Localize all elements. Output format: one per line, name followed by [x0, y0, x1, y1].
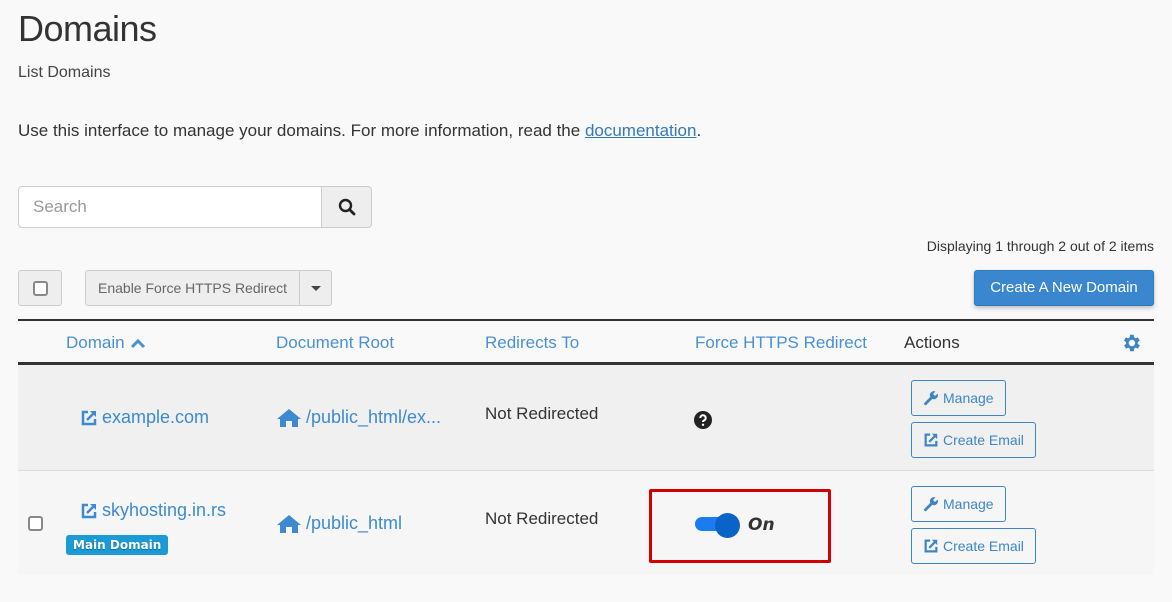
main-domain-badge: Main Domain: [66, 535, 169, 555]
bulk-action-group: Enable Force HTTPS Redirect: [85, 270, 333, 306]
manage-button[interactable]: Manage: [911, 380, 1006, 416]
create-email-button[interactable]: Create Email: [911, 528, 1036, 564]
manage-button[interactable]: Manage: [911, 486, 1006, 522]
create-email-button[interactable]: Create Email: [911, 422, 1036, 458]
document-root: /public_html: [306, 513, 403, 533]
search-input[interactable]: [18, 186, 323, 228]
toggle-state-label: On: [748, 515, 775, 535]
external-link-icon: [81, 410, 97, 425]
intro-text: Use this interface to manage your domain…: [18, 121, 701, 141]
wrench-icon: [924, 391, 938, 406]
domains-table: Domain Document Root Redirects To Force …: [18, 319, 1154, 575]
redirects-to: Not Redirected: [485, 509, 599, 528]
table-settings-button[interactable]: [1120, 332, 1142, 358]
column-header-force-https[interactable]: Force HTTPS Redirect: [695, 333, 867, 353]
toggle-knob: [715, 513, 740, 538]
search-icon: [338, 198, 355, 216]
table-row: skyhosting.in.rs Main Domain /public_htm…: [18, 471, 1154, 575]
button-label: Create Email: [943, 432, 1024, 448]
enable-force-https-button[interactable]: Enable Force HTTPS Redirect: [86, 271, 301, 305]
page-subtitle: List Domains: [18, 64, 111, 81]
bulk-action-dropdown-toggle[interactable]: [300, 271, 331, 305]
wrench-icon: [924, 497, 938, 512]
home-icon: [277, 408, 301, 427]
documentation-link[interactable]: documentation: [585, 121, 697, 140]
domain-link[interactable]: skyhosting.in.rs: [80, 500, 226, 521]
force-https-toggle[interactable]: [695, 513, 741, 538]
column-header-domain[interactable]: Domain: [66, 333, 146, 353]
table-row: example.com /public_html/ex... Not Redir…: [18, 365, 1154, 471]
page-title: Domains: [18, 8, 157, 49]
button-label: Manage: [943, 390, 994, 406]
document-root: /public_html/ex...: [306, 407, 442, 427]
button-label: Create Email: [943, 538, 1024, 554]
button-label: Manage: [943, 496, 994, 512]
caret-down-icon: [310, 285, 321, 291]
checkbox-icon: [32, 280, 48, 296]
redirects-to: Not Redirected: [485, 404, 599, 423]
external-link-icon: [81, 503, 97, 518]
chevron-up-icon: [130, 338, 145, 349]
select-all-checkbox[interactable]: [18, 270, 62, 306]
question-circle-icon: [694, 411, 712, 429]
document-root-link[interactable]: /public_html/ex...: [276, 407, 441, 428]
domain-name: skyhosting.in.rs: [102, 500, 227, 520]
display-count: Displaying 1 through 2 out of 2 items: [926, 238, 1154, 254]
gear-icon: [1124, 334, 1140, 352]
column-header-document-root[interactable]: Document Root: [276, 333, 394, 353]
column-label: Domain: [66, 333, 125, 352]
column-header-actions: Actions: [904, 333, 960, 352]
row-checkbox[interactable]: [28, 516, 43, 531]
search-group: [18, 186, 372, 228]
home-icon: [277, 514, 301, 533]
intro-suffix: .: [696, 121, 702, 140]
domain-link[interactable]: example.com: [80, 407, 209, 428]
search-button[interactable]: [322, 186, 372, 228]
create-domain-button[interactable]: Create A New Domain: [974, 270, 1154, 306]
intro-text-body: Use this interface to manage your domain…: [18, 121, 585, 140]
document-root-link[interactable]: /public_html: [276, 513, 402, 534]
external-link-icon: [924, 539, 938, 553]
force-https-help[interactable]: [694, 411, 712, 433]
column-header-redirects-to[interactable]: Redirects To: [485, 333, 579, 353]
external-link-icon: [924, 433, 938, 447]
domain-name: example.com: [102, 407, 210, 427]
table-header: Domain Document Root Redirects To Force …: [18, 319, 1154, 365]
